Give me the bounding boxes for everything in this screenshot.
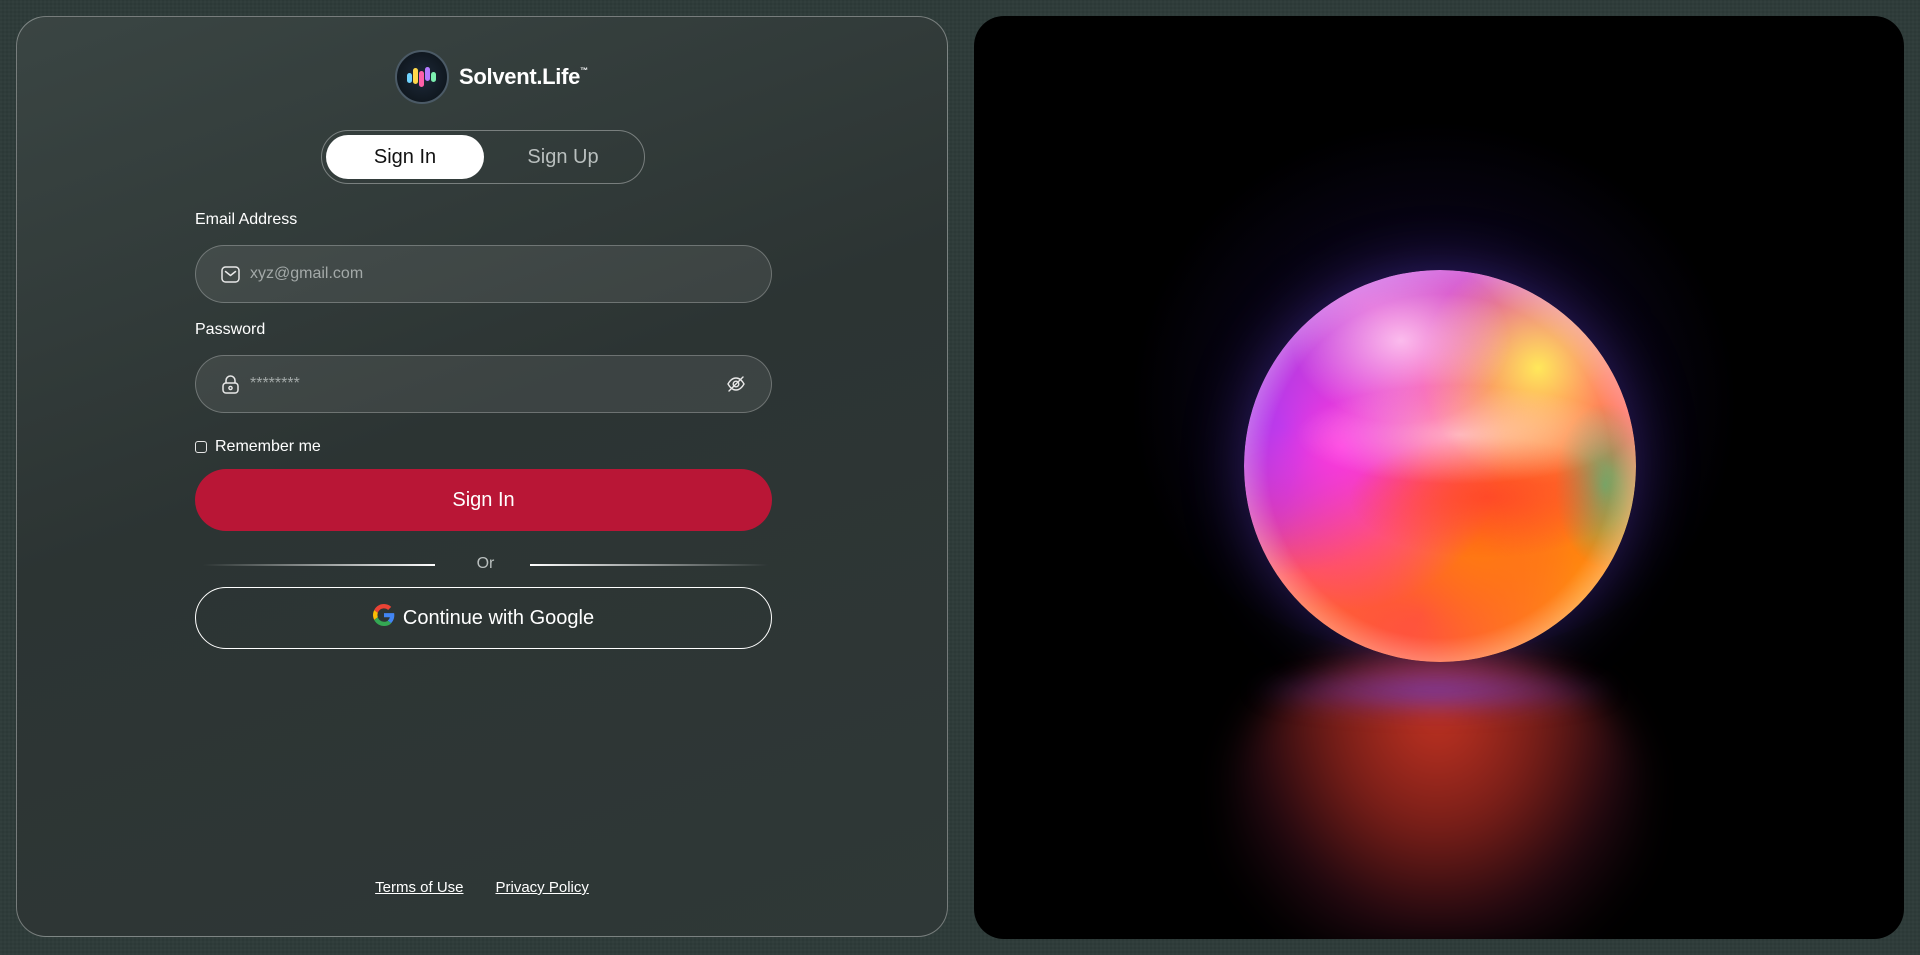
or-divider: Or — [203, 555, 768, 575]
divider-line-right — [530, 564, 768, 566]
eye-off-icon[interactable] — [725, 373, 747, 395]
glowing-orb-image — [1244, 270, 1636, 662]
orb-reflection-band — [1244, 666, 1624, 716]
google-sign-in-button[interactable]: Continue with Google — [195, 587, 772, 649]
brand-logo: Solvent.Life™ — [395, 50, 588, 104]
hero-image-panel — [974, 16, 1904, 939]
remember-label: Remember me — [215, 438, 321, 455]
tab-sign-up[interactable]: Sign Up — [484, 135, 642, 179]
email-input[interactable] — [248, 264, 771, 284]
sign-in-button[interactable]: Sign In — [195, 469, 772, 531]
google-button-label: Continue with Google — [402, 606, 595, 629]
password-input[interactable] — [248, 374, 725, 394]
orb-glass-shine — [1244, 270, 1636, 662]
remember-me: Remember me — [195, 438, 321, 456]
tab-sign-in[interactable]: Sign In — [326, 135, 484, 179]
lock-icon — [220, 374, 240, 394]
google-icon — [372, 604, 395, 632]
remember-checkbox[interactable] — [195, 441, 207, 453]
brand-name: Solvent.Life™ — [459, 64, 588, 89]
email-field-wrapper — [195, 245, 772, 303]
auth-tabs: Sign In Sign Up — [321, 130, 645, 184]
password-field-wrapper — [195, 355, 772, 413]
email-label: Email Address — [195, 211, 298, 228]
privacy-policy-link[interactable]: Privacy Policy — [496, 879, 589, 896]
terms-of-use-link[interactable]: Terms of Use — [375, 879, 463, 896]
mail-icon — [220, 264, 240, 284]
wave-logo-icon — [395, 50, 449, 104]
auth-panel: Solvent.Life™ Sign In Sign Up Email Addr… — [16, 16, 948, 937]
password-label: Password — [195, 321, 266, 338]
footer-links: Terms of Use Privacy Policy — [17, 879, 947, 896]
